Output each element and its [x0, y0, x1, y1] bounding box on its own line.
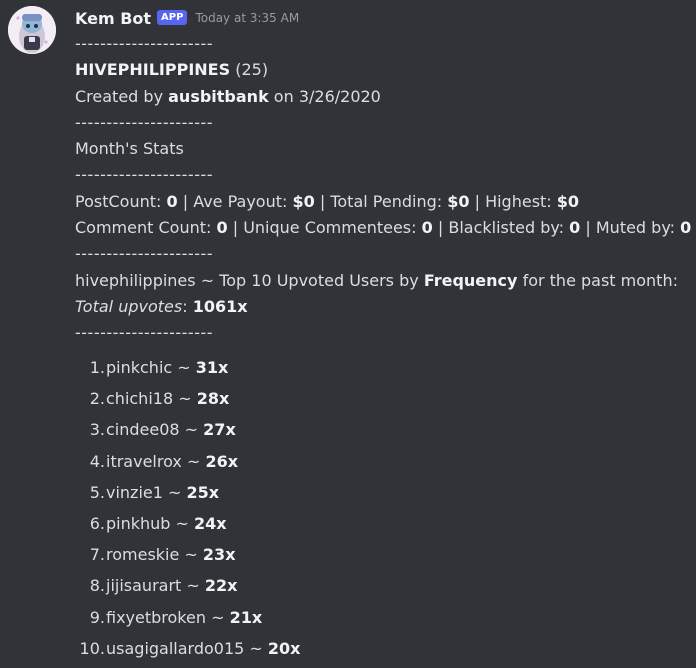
- list-item: 10. usagigallardo015 ~ 20x: [75, 633, 696, 664]
- list-user: cindee08 ~: [106, 420, 199, 440]
- separator: ----------------------: [75, 165, 214, 185]
- list-rank: 4.: [89, 451, 105, 471]
- top-users-list: 1. pinkchic ~ 31x 2. chichi18 ~ 28x 3. c…: [75, 352, 696, 664]
- comment-count-label: Comment Count:: [75, 218, 212, 238]
- blacklisted-value: 0: [569, 218, 581, 238]
- top-prefix: hivephilippines ~ Top 10 Upvoted Users b…: [75, 270, 419, 290]
- timestamp[interactable]: Today at 3:35 AM: [195, 11, 299, 25]
- list-count: 21x: [229, 607, 263, 627]
- list-rank: 10.: [79, 638, 105, 658]
- total-pending-label: | Total Pending:: [319, 191, 443, 211]
- unique-commentees-label: | Unique Commentees:: [232, 218, 417, 238]
- unique-commentees-value: 0: [421, 218, 433, 238]
- post-count-label: PostCount:: [75, 191, 162, 211]
- separator: ----------------------: [75, 34, 214, 53]
- list-item: 1. pinkchic ~ 31x: [75, 352, 696, 383]
- total-upvotes-value: 1061x: [192, 296, 248, 316]
- ave-payout-value: $0: [292, 191, 315, 211]
- list-rank: 5.: [89, 482, 105, 502]
- top-bold: Frequency: [423, 270, 518, 290]
- post-count-value: 0: [166, 191, 178, 211]
- post-stats-line: PostCount: 0 | Ave Payout: $0 | Total Pe…: [75, 189, 696, 215]
- comment-count-value: 0: [216, 218, 228, 238]
- bot-avatar-icon: [8, 6, 56, 54]
- list-item: 7. romeskie ~ 23x: [75, 539, 696, 570]
- total-upvotes-label: Total upvotes: [75, 296, 183, 316]
- list-count: 24x: [194, 513, 227, 533]
- list-count: 28x: [196, 389, 230, 409]
- list-item: 5. vinzie1 ~ 25x: [75, 477, 696, 508]
- list-rank: 8.: [89, 576, 105, 596]
- list-rank: 3.: [89, 420, 105, 440]
- list-count: 23x: [202, 545, 236, 565]
- list-count: 20x: [267, 638, 301, 658]
- list-count: 31x: [195, 358, 229, 377]
- created-by-line: Created by ausbitbank on 3/26/2020: [75, 84, 696, 110]
- list-item: 6. pinkhub ~ 24x: [75, 508, 696, 539]
- month-stats-heading: Month's Stats: [75, 139, 184, 159]
- muted-label: | Muted by:: [585, 218, 676, 238]
- list-user: usagigallardo015 ~: [106, 638, 263, 658]
- created-prefix: Created by: [75, 86, 164, 106]
- list-rank: 6.: [89, 513, 105, 533]
- list-rank: 9.: [89, 607, 105, 627]
- blacklisted-label: | Blacklisted by:: [437, 218, 565, 238]
- list-item: 8. jijisaurart ~ 22x: [75, 570, 696, 601]
- app-badge: APP: [157, 9, 188, 25]
- message-content: ---------------------- HIVEPHILIPPINES (…: [75, 31, 696, 347]
- separator: ----------------------: [75, 244, 214, 264]
- list-user: vinzie1 ~: [106, 482, 182, 502]
- list-user: pinkhub ~: [106, 513, 189, 533]
- created-user: ausbitbank: [168, 86, 269, 106]
- username[interactable]: Kem Bot: [75, 9, 151, 28]
- list-count: 22x: [204, 576, 238, 596]
- list-item: 2. chichi18 ~ 28x: [75, 383, 696, 414]
- top-users-heading: hivephilippines ~ Top 10 Upvoted Users b…: [75, 268, 696, 294]
- list-count: 27x: [203, 420, 236, 440]
- community-count: (25): [235, 60, 269, 80]
- list-user: itravelrox ~: [106, 451, 201, 471]
- list-rank: 7.: [89, 545, 105, 565]
- created-date: on 3/26/2020: [273, 86, 381, 106]
- total-upvotes-line: Total upvotes: 1061x: [75, 294, 696, 320]
- avatar[interactable]: [8, 6, 56, 54]
- separator: ----------------------: [75, 112, 214, 132]
- list-user: fixyetbroken ~: [106, 607, 225, 627]
- list-user: chichi18 ~: [106, 389, 192, 409]
- top-suffix: for the past month:: [522, 270, 678, 290]
- list-item: 9. fixyetbroken ~ 21x: [75, 602, 696, 633]
- community-name: HIVEPHILIPPINES: [75, 60, 231, 80]
- comment-stats-line: Comment Count: 0 | Unique Commentees: 0 …: [75, 215, 696, 241]
- list-count: 26x: [205, 451, 239, 471]
- highest-value: $0: [556, 191, 580, 211]
- muted-value: 0: [680, 218, 692, 238]
- total-pending-value: $0: [447, 191, 470, 211]
- list-item: 3. cindee08 ~ 27x: [75, 414, 696, 445]
- separator: ----------------------: [75, 323, 214, 343]
- total-upvotes-colon: :: [182, 296, 188, 316]
- list-user: pinkchic ~: [106, 358, 191, 377]
- community-title: HIVEPHILIPPINES (25): [75, 57, 696, 83]
- list-item: 4. itravelrox ~ 26x: [75, 446, 696, 477]
- list-user: romeskie ~: [106, 545, 198, 565]
- list-rank: 2.: [89, 389, 105, 409]
- message-header: Kem Bot APP Today at 3:35 AM: [75, 7, 299, 29]
- highest-label: | Highest:: [474, 191, 552, 211]
- list-rank: 1.: [89, 358, 105, 377]
- list-count: 25x: [186, 482, 220, 502]
- list-user: jijisaurart ~: [106, 576, 200, 596]
- chat-message: Kem Bot APP Today at 3:35 AM -----------…: [0, 0, 696, 668]
- ave-payout-label: | Ave Payout:: [182, 191, 288, 211]
